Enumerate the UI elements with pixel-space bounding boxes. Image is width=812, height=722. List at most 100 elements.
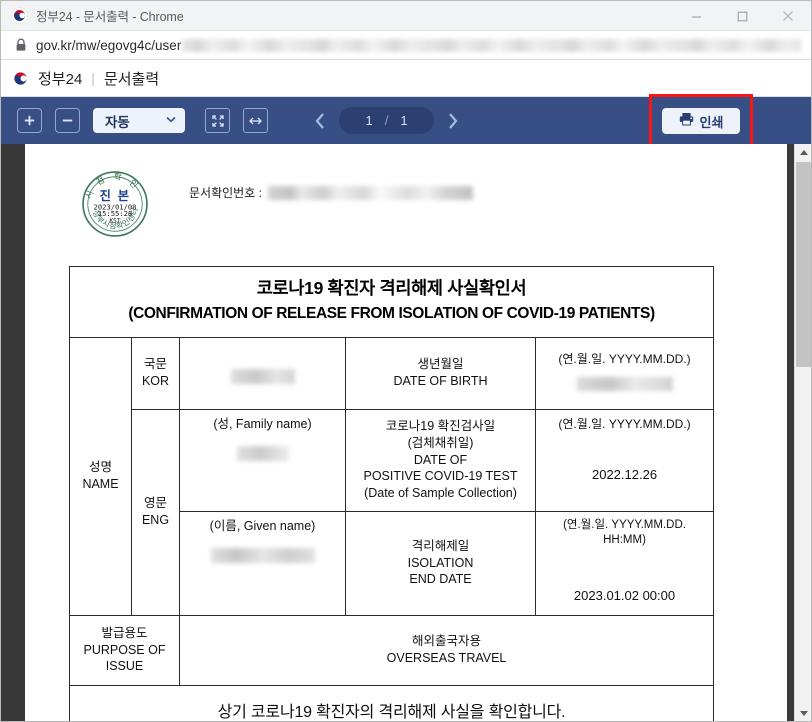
scroll-down-button[interactable]	[795, 705, 811, 722]
address-bar[interactable]: gov.kr/mw/egovg4c/user	[1, 31, 811, 60]
pdf-viewer: 시 점 확 인 정부시점확인센터 진 본 2023/01/08 15:55:28…	[1, 144, 811, 722]
site-brand-label: 정부24	[38, 68, 82, 89]
fit-to-page-button[interactable]	[205, 108, 230, 133]
name-label-en: NAME	[75, 476, 126, 493]
family-name-redacted	[237, 446, 289, 461]
eng-label-cell: 영문 ENG	[132, 409, 180, 615]
footer-statement-cell: 상기 코로나19 확진자의 격리해제 사실을 확인합니다.	[70, 685, 714, 722]
table-row-footer-statement: 상기 코로나19 확진자의 격리해제 사실을 확인합니다.	[70, 685, 714, 722]
test-date-label-ko2: (검체채취일)	[351, 435, 530, 452]
zoom-level-select[interactable]: 자동	[93, 108, 185, 133]
test-date-value-cell: (연.월.일. YYYY.MM.DD.) 2022.12.26	[536, 409, 714, 511]
chevron-down-icon	[166, 116, 176, 126]
url-redacted-region	[182, 39, 801, 52]
document-title-en: (CONFIRMATION OF RELEASE FROM ISOLATION …	[76, 304, 707, 325]
total-pages-value: 1	[400, 113, 407, 128]
isolation-end-label-en1: ISOLATION	[351, 555, 530, 572]
header-divider: |	[91, 70, 95, 86]
isolation-end-format-label: (연.월.일. YYYY.MM.DD. HH:MM)	[541, 518, 708, 549]
previous-page-button[interactable]	[309, 108, 331, 134]
confirmation-number-row: 문서확인번호 :	[189, 184, 743, 201]
zoom-level-value: 자동	[105, 111, 130, 131]
purpose-value-en: OVERSEAS TRAVEL	[185, 650, 708, 667]
window-title-text: 정부24 - 문서출력 - Chrome	[36, 6, 184, 25]
window-title-bar: 정부24 - 문서출력 - Chrome	[1, 1, 811, 31]
url-text: gov.kr/mw/egovg4c/user	[36, 38, 181, 53]
document-header-area: 시 점 확 인 정부시점확인센터 진 본 2023/01/08 15:55:28…	[69, 170, 743, 262]
isolation-end-label-en2: END DATE	[351, 571, 530, 588]
given-name-cell: (이름, Given name)	[180, 511, 346, 615]
document-page: 시 점 확 인 정부시점확인센터 진 본 2023/01/08 15:55:28…	[25, 144, 787, 722]
name-label-cell: 성명 NAME	[70, 337, 132, 615]
scroll-up-arrow-icon	[800, 150, 808, 155]
test-date-format-label: (연.월.일. YYYY.MM.DD.)	[541, 416, 708, 432]
zoom-out-button[interactable]	[55, 108, 80, 133]
test-date-label-en3: (Date of Sample Collection)	[351, 485, 530, 502]
lock-icon	[15, 38, 27, 52]
given-name-redacted	[211, 548, 315, 563]
document-title-ko: 코로나19 확진자 격리해제 사실확인서	[76, 277, 707, 301]
maximize-button[interactable]	[719, 1, 765, 31]
svg-text:KST: KST	[109, 217, 120, 224]
print-button[interactable]: 인쇄	[662, 108, 740, 134]
test-date-label-ko1: 코로나19 확진검사일	[351, 418, 530, 435]
svg-text:진 본: 진 본	[100, 188, 131, 203]
isolation-end-label-cell: 격리해제일 ISOLATION END DATE	[346, 511, 536, 615]
dob-value-cell: (연.월.일. YYYY.MM.DD.)	[536, 337, 714, 409]
site-section-label: 문서출력	[104, 68, 159, 89]
dob-label-ko: 생년월일	[351, 356, 530, 373]
purpose-label-en1: PURPOSE OF	[75, 642, 174, 659]
scroll-up-button[interactable]	[795, 144, 811, 161]
fit-to-width-button[interactable]	[243, 108, 268, 133]
page-navigation: 1 / 1	[301, 107, 472, 134]
print-button-label: 인쇄	[700, 112, 724, 131]
fit-page-icon	[211, 114, 225, 128]
gov24-favicon	[11, 7, 28, 24]
document-title-cell: 코로나19 확진자 격리해제 사실확인서 (CONFIRMATION OF RE…	[70, 267, 714, 338]
kor-label-ko: 국문	[137, 356, 174, 373]
test-date-label-en1: DATE OF	[351, 452, 530, 469]
given-name-label: (이름, Given name)	[185, 518, 340, 535]
scroll-down-arrow-icon	[800, 711, 808, 716]
purpose-value-cell: 해외출국자용 OVERSEAS TRAVEL	[180, 615, 714, 685]
kor-name-redacted	[231, 369, 295, 384]
pdf-toolbar: 자동 1 / 1	[1, 97, 811, 144]
eng-label-ko: 영문	[137, 495, 174, 512]
next-page-button[interactable]	[442, 108, 464, 134]
family-name-cell: (성, Family name)	[180, 409, 346, 511]
dob-label-en: DATE OF BIRTH	[351, 373, 530, 390]
printer-icon	[679, 112, 694, 131]
table-row-family-name: 영문 ENG (성, Family name) 코로나19 확진검사일 (검체채…	[70, 409, 714, 511]
chevron-left-icon	[314, 112, 326, 130]
isolation-end-label-ko: 격리해제일	[351, 538, 530, 555]
plus-icon	[23, 114, 36, 127]
table-row-purpose: 발급용도 PURPOSE OF ISSUE 해외출국자용 OVERSEAS TR…	[70, 615, 714, 685]
purpose-label-cell: 발급용도 PURPOSE OF ISSUE	[70, 615, 180, 685]
eng-label-en: ENG	[137, 512, 174, 529]
purpose-value-ko: 해외출국자용	[185, 633, 708, 650]
page-indicator[interactable]: 1 / 1	[339, 107, 434, 134]
kor-label-en: KOR	[137, 373, 174, 390]
close-button[interactable]	[765, 1, 811, 31]
site-header: 정부24 | 문서출력	[1, 60, 811, 97]
test-date-label-en2: POSITIVE COVID-19 TEST	[351, 468, 530, 485]
zoom-in-button[interactable]	[17, 108, 42, 133]
test-date-value: 2022.12.26	[541, 466, 708, 484]
table-row-kor-name: 성명 NAME 국문 KOR 생년월일	[70, 337, 714, 409]
print-button-highlight: 인쇄	[649, 94, 753, 148]
minus-icon	[61, 114, 74, 127]
confirmation-number-label: 문서확인번호 :	[189, 184, 262, 201]
kor-label-cell: 국문 KOR	[132, 337, 180, 409]
purpose-label-en2: ISSUE	[75, 658, 174, 675]
window-controls	[673, 1, 811, 31]
footer-statement-text: 상기 코로나19 확진자의 격리해제 사실을 확인합니다.	[75, 702, 708, 722]
vertical-scrollbar[interactable]	[794, 144, 811, 722]
scrollbar-thumb[interactable]	[796, 162, 811, 367]
isolation-end-value: 2023.01.02 00:00	[541, 587, 708, 605]
browser-window: 정부24 - 문서출력 - Chrome gov.kr/mw/egovg4c/u…	[0, 0, 812, 722]
minimize-button[interactable]	[673, 1, 719, 31]
certificate-table: 코로나19 확진자 격리해제 사실확인서 (CONFIRMATION OF RE…	[69, 266, 714, 722]
isolation-end-value-cell: (연.월.일. YYYY.MM.DD. HH:MM) 2023.01.02 00…	[536, 511, 714, 615]
family-name-label: (성, Family name)	[185, 416, 340, 433]
table-row-title: 코로나19 확진자 격리해제 사실확인서 (CONFIRMATION OF RE…	[70, 267, 714, 338]
